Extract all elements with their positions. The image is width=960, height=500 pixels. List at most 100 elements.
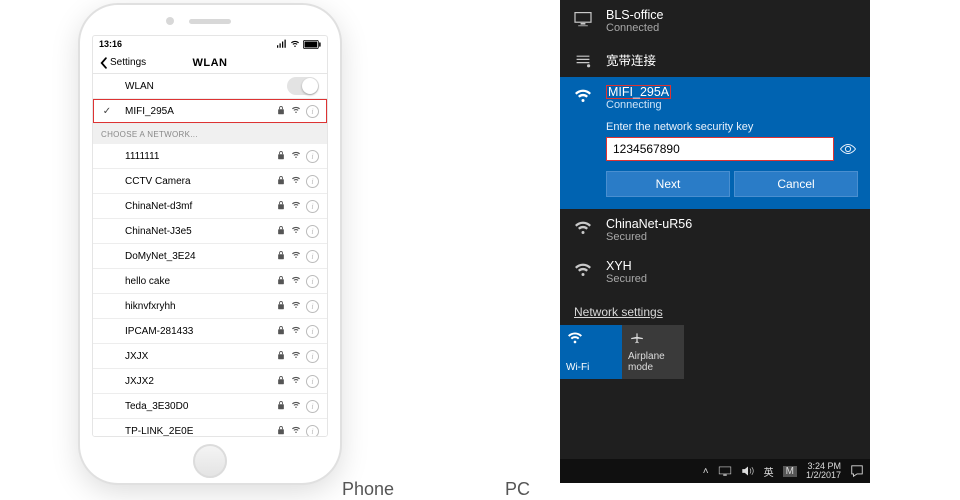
- wlan-toggle[interactable]: [287, 77, 319, 95]
- lock-icon: [276, 350, 286, 363]
- connected-networks-list: BLS-officeConnected 宽带连接: [560, 0, 870, 77]
- lock-icon: [276, 325, 286, 338]
- airplane-quick-tile[interactable]: Airplane mode: [622, 325, 684, 379]
- wifi-strength-icon: [291, 105, 301, 118]
- connected-network-row[interactable]: ✓ MIFI_295A i: [93, 99, 327, 124]
- wifi-strength-icon: [291, 200, 301, 213]
- signal-icon: [277, 39, 287, 49]
- tray-monitor-icon[interactable]: [718, 464, 732, 478]
- wifi-tile-icon: [566, 331, 616, 349]
- wifi-strength-icon: [291, 325, 301, 338]
- windows-wifi-flyout: BLS-officeConnected宽带连接 MIFI_295A Connec…: [560, 0, 870, 483]
- network-row[interactable]: CCTV Camerai: [93, 169, 327, 194]
- info-icon[interactable]: i: [306, 325, 319, 338]
- tray-volume-icon[interactable]: [741, 464, 755, 478]
- lock-icon: [276, 105, 286, 118]
- network-name: BLS-office: [606, 8, 663, 22]
- wifi-strength-icon: [291, 400, 301, 413]
- lock-icon: [276, 150, 286, 163]
- cancel-button[interactable]: Cancel: [734, 171, 858, 197]
- lock-icon: [276, 225, 286, 238]
- nav-bar: Settings WLAN: [93, 52, 327, 74]
- network-row[interactable]: JXJX2i: [93, 369, 327, 394]
- info-icon[interactable]: i: [306, 300, 319, 313]
- section-header: CHOOSE A NETWORK...: [93, 124, 327, 144]
- lock-icon: [276, 250, 286, 263]
- network-row[interactable]: TP-LINK_2E0E i: [93, 419, 327, 437]
- tray-ime-lang[interactable]: 英: [764, 464, 774, 479]
- wifi-strength-icon: [291, 225, 301, 238]
- home-button[interactable]: [193, 444, 227, 478]
- info-icon[interactable]: i: [306, 105, 319, 118]
- network-ssid: IPCAM-281433: [125, 326, 276, 337]
- network-ssid: ChinaNet-J3e5: [125, 226, 276, 237]
- network-row[interactable]: 1111111i: [93, 144, 327, 169]
- battery-icon: [303, 40, 321, 49]
- toggle-knob: [302, 78, 318, 94]
- tray-notifications-icon[interactable]: [850, 464, 864, 478]
- network-item[interactable]: ChinaNet-uR56Secured: [560, 209, 870, 251]
- network-settings-link[interactable]: Network settings: [560, 293, 870, 325]
- network-row[interactable]: ChinaNet-d3mf i: [93, 194, 327, 219]
- status-icons: [277, 39, 321, 49]
- wifi-strength-icon: [291, 375, 301, 388]
- iphone-device-frame: 13:16 Settings WLAN WLAN ✓: [80, 5, 340, 483]
- info-icon[interactable]: i: [306, 400, 319, 413]
- network-ssid: hello cake: [125, 276, 276, 287]
- network-row[interactable]: Teda_3E30D0 i: [93, 394, 327, 419]
- network-ssid: ChinaNet-d3mf: [125, 201, 276, 212]
- info-icon[interactable]: i: [306, 275, 319, 288]
- info-icon[interactable]: i: [306, 425, 319, 438]
- network-row[interactable]: ChinaNet-J3e5 i: [93, 219, 327, 244]
- network-ssid: DoMyNet_3E24: [125, 251, 276, 262]
- network-name: ChinaNet-uR56: [606, 217, 692, 231]
- wifi-strength-icon: [291, 275, 301, 288]
- chevron-left-icon: [99, 57, 108, 69]
- network-ssid: TP-LINK_2E0E: [125, 426, 276, 437]
- available-networks-list: 1111111iCCTV CameraiChinaNet-d3mfiChinaN…: [93, 144, 327, 437]
- network-item[interactable]: BLS-officeConnected: [560, 0, 870, 42]
- back-button[interactable]: Settings: [99, 57, 146, 69]
- broadband-icon: [572, 50, 594, 69]
- network-item[interactable]: XYHSecured: [560, 251, 870, 293]
- quick-actions-row: Wi-Fi Airplane mode: [560, 325, 870, 379]
- wifi-strength-icon: [291, 350, 301, 363]
- network-state: Secured: [606, 231, 692, 243]
- network-row[interactable]: hello cake i: [93, 269, 327, 294]
- network-state: Secured: [606, 273, 647, 285]
- info-icon[interactable]: i: [306, 150, 319, 163]
- info-icon[interactable]: i: [306, 200, 319, 213]
- network-row[interactable]: JXJXi: [93, 344, 327, 369]
- info-icon[interactable]: i: [306, 250, 319, 263]
- taskbar-clock[interactable]: 3:24 PM 1/2/2017: [806, 462, 841, 480]
- status-time: 13:16: [99, 39, 122, 49]
- network-name: 宽带连接: [606, 50, 656, 69]
- tray-chevron-up-icon[interactable]: ˄: [703, 466, 709, 477]
- airplane-tile-icon: [628, 331, 678, 349]
- info-icon[interactable]: i: [306, 225, 319, 238]
- network-ssid: Teda_3E30D0: [125, 401, 276, 412]
- connected-ssid: MIFI_295A: [125, 106, 276, 117]
- wifi-strength-icon: [291, 175, 301, 188]
- wifi-status-icon: [290, 39, 300, 49]
- show-password-icon[interactable]: [838, 143, 858, 155]
- info-icon[interactable]: i: [306, 175, 319, 188]
- wifi-tile-label: Wi-Fi: [566, 362, 616, 373]
- taskbar-date: 1/2/2017: [806, 471, 841, 480]
- pc-caption: PC: [505, 479, 530, 500]
- wifi-quick-tile[interactable]: Wi-Fi: [560, 325, 622, 379]
- network-row[interactable]: hiknvfxryhhi: [93, 294, 327, 319]
- network-row[interactable]: DoMyNet_3E24 i: [93, 244, 327, 269]
- info-icon[interactable]: i: [306, 375, 319, 388]
- network-password-input[interactable]: [606, 137, 834, 161]
- wlan-toggle-label: WLAN: [125, 81, 287, 92]
- network-row[interactable]: IPCAM-281433 i: [93, 319, 327, 344]
- wifi-strength-icon: [291, 425, 301, 438]
- wifi-icon: [572, 217, 594, 236]
- lock-icon: [276, 400, 286, 413]
- network-item[interactable]: 宽带连接: [560, 42, 870, 77]
- tray-ime-mode[interactable]: M: [783, 466, 797, 477]
- info-icon[interactable]: i: [306, 350, 319, 363]
- next-button[interactable]: Next: [606, 171, 730, 197]
- other-networks-list: ChinaNet-uR56SecuredXYHSecured: [560, 209, 870, 293]
